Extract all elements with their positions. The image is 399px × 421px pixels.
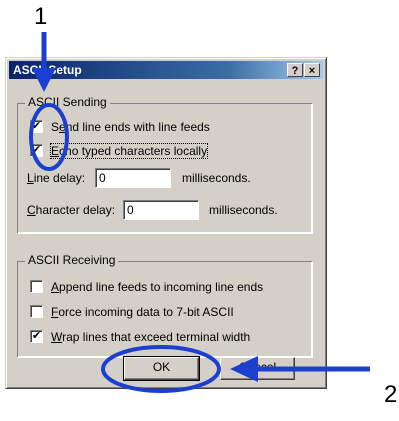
ascii-receiving-group: ASCII Receiving Append line feeds to inc… — [17, 253, 312, 357]
force-7bit-option[interactable]: Force incoming data to 7-bit ASCII — [30, 305, 234, 321]
echo-locally-label: Echo typed characters locally — [49, 143, 209, 159]
callout-number-2: 2 — [384, 381, 398, 408]
append-line-feeds-label: Append line feeds to incoming line ends — [51, 280, 264, 294]
append-line-feeds-option[interactable]: Append line feeds to incoming line ends — [30, 280, 263, 296]
send-line-feeds-checkbox[interactable]: ✔ — [30, 120, 43, 134]
line-delay-input[interactable] — [95, 168, 171, 188]
append-line-feeds-checkbox[interactable] — [30, 280, 43, 294]
character-delay-row: Character delay: milliseconds. — [27, 200, 307, 220]
ok-button[interactable]: OK — [123, 356, 200, 381]
line-delay-unit: milliseconds. — [182, 171, 251, 185]
echo-locally-checkbox[interactable]: ✔ — [30, 144, 43, 158]
ascii-receiving-title: ASCII Receiving — [25, 253, 119, 267]
line-delay-label: Line delay: — [27, 171, 86, 185]
help-button[interactable]: ? — [287, 63, 303, 77]
ascii-sending-title: ASCII Sending — [25, 95, 110, 109]
character-delay-unit: milliseconds. — [209, 203, 278, 217]
force-7bit-label: Force incoming data to 7-bit ASCII — [51, 305, 234, 319]
wrap-lines-option[interactable]: ✔ Wrap lines that exceed terminal width — [30, 330, 250, 346]
send-line-feeds-option[interactable]: ✔ Send line ends with line feeds — [30, 120, 210, 136]
echo-locally-option[interactable]: ✔ Echo typed characters locally — [30, 143, 209, 160]
window-title: ASCII Setup — [13, 63, 82, 77]
title-bar[interactable]: ASCII Setup ? × — [9, 61, 323, 79]
callout-number-1: 1 — [34, 3, 48, 30]
close-button[interactable]: × — [304, 63, 320, 77]
wrap-lines-checkbox[interactable]: ✔ — [30, 330, 43, 344]
ascii-sending-group: ASCII Sending ✔ Send line ends with line … — [17, 95, 312, 233]
character-delay-input[interactable] — [123, 200, 199, 220]
ascii-setup-dialog: ASCII Setup ? × ASCII Sending ✔ Send line… — [5, 57, 327, 389]
wrap-lines-label: Wrap lines that exceed terminal width — [51, 330, 251, 344]
cancel-button[interactable]: Cancel — [220, 357, 295, 380]
send-line-feeds-label: Send line ends with line feeds — [51, 120, 210, 134]
line-delay-row: Line delay: milliseconds. — [27, 168, 307, 188]
character-delay-label: Character delay: — [27, 203, 116, 217]
force-7bit-checkbox[interactable] — [30, 305, 43, 319]
